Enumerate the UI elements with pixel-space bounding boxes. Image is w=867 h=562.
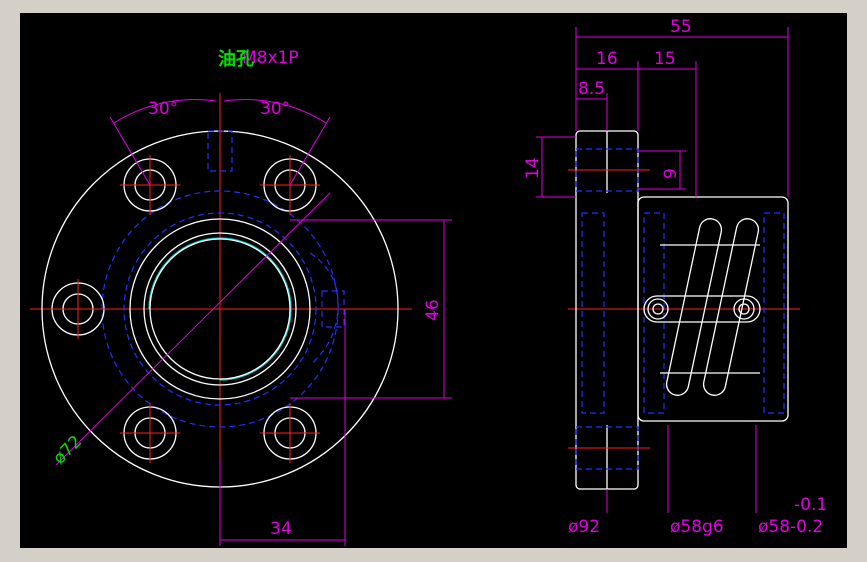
- dim-small-label: 8.5: [578, 79, 605, 99]
- dim-diameter-label: ø72: [49, 432, 86, 469]
- oil-hole: [207, 99, 233, 173]
- front-view: 30° 30° M8x1P 油孔 46 34 ø72: [30, 48, 452, 546]
- dim-height-label: 46: [423, 299, 443, 321]
- dim-hole-label: 9: [661, 168, 681, 179]
- angle-leader-left: [109, 116, 151, 186]
- bolt-hole-left: [48, 279, 108, 339]
- flange-hidden-bore: [581, 212, 605, 414]
- drawing-canvas[interactable]: 30° 30° M8x1P 油孔 46 34 ø72 55 16 15 8.5 …: [20, 13, 847, 548]
- body-hidden-right: [763, 212, 785, 414]
- return-tube: [643, 218, 761, 396]
- dim-body-label: ø58-0.2: [758, 517, 823, 537]
- oil-hole-label: 油孔: [218, 48, 254, 70]
- dim-bolt-offset-label: 34: [270, 519, 292, 539]
- dim-counterbore-label: 14: [523, 157, 543, 179]
- angle-leader-right: [289, 116, 331, 186]
- side-view: 55 16 15 8.5 14 9 ø92 ø58g6 ø58-0.2 -0.1: [523, 17, 827, 537]
- cad-drawing: 30° 30° M8x1P 油孔 46 34 ø72 55 16 15 8.5 …: [30, 17, 827, 546]
- dim-body-fit-label: ø58g6: [670, 517, 724, 537]
- bolt-hole-bottom-right: [260, 403, 320, 463]
- dim-pitch-label: 15: [654, 49, 676, 69]
- bolt-hole-bottom-left: [120, 403, 180, 463]
- tolerance-upper-label: -0.1: [794, 495, 827, 515]
- cad-viewport: 30° 30° M8x1P 油孔 46 34 ø72 55 16 15 8.5 …: [0, 0, 867, 562]
- dim-od-flange-label: ø92: [568, 517, 600, 537]
- angle-left-label: 30°: [148, 99, 178, 119]
- angle-right-label: 30°: [260, 99, 290, 119]
- dim-total-label: 55: [670, 17, 692, 37]
- dim-flange-label: 16: [596, 49, 618, 69]
